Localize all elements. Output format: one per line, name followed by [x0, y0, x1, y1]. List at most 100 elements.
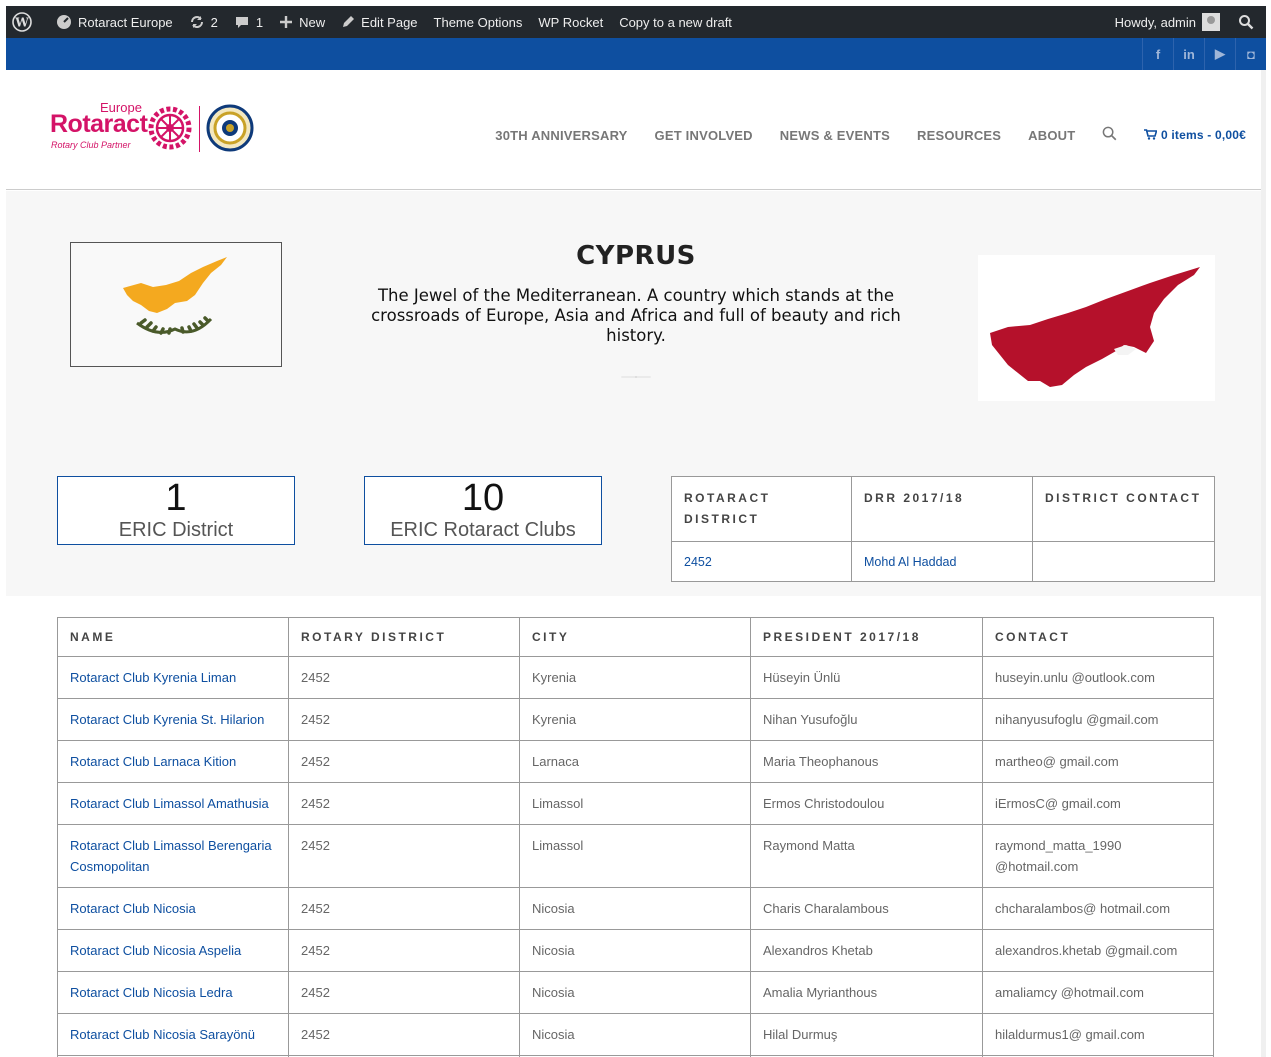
drr-link[interactable]: Mohd Al Haddad — [851, 541, 1033, 582]
contact-cell: martheo@ gmail.com — [982, 740, 1214, 783]
president-cell: Charis Charalambous — [750, 887, 983, 930]
section-divider — [621, 376, 651, 378]
account-menu[interactable]: Howdy, admin — [1107, 6, 1228, 38]
rotary-wheel-icon — [148, 106, 192, 150]
club-name-link[interactable]: Rotaract Club Limassol Amathusia — [57, 782, 289, 825]
president-cell: Maria Theophanous — [750, 740, 983, 783]
cyprus-map-icon — [990, 267, 1200, 387]
country-hero: CYPRUS The Jewel of the Mediterranean. A… — [6, 191, 1266, 596]
scrollbar[interactable] — [1261, 70, 1266, 1057]
clubs-table-body: Rotaract Club Kyrenia Liman 2452 Kyrenia Hü… — [57, 656, 1214, 1057]
rotary-district-cell: 2452 — [288, 656, 520, 699]
edit-page-label: Edit Page — [361, 14, 418, 30]
city-cell: Limassol — [519, 782, 751, 825]
table-header-row: NAME ROTARY DISTRICT CITY PRESIDENT 2017… — [57, 617, 1214, 657]
wordpress-logo-icon[interactable]: W — [6, 6, 48, 38]
dashboard-icon — [57, 15, 71, 29]
instagram-icon[interactable]: ◘ — [1235, 38, 1266, 70]
column-header: ROTARACT DISTRICT — [671, 476, 852, 542]
cart-icon — [1144, 129, 1158, 140]
main-nav: 30TH ANNIVERSARY GET INVOLVED NEWS & EVE… — [468, 126, 1246, 144]
column-header: ROTARY DISTRICT — [288, 617, 520, 657]
new-label: New — [299, 14, 326, 30]
rotary-district-cell: 2452 — [288, 782, 520, 825]
stat-label: ERIC District — [118, 519, 234, 541]
stat-label: ERIC Rotaract Clubs — [390, 519, 576, 541]
edit-page-link[interactable]: Edit Page — [333, 6, 425, 38]
copy-draft-link[interactable]: Copy to a new draft — [611, 6, 740, 38]
nav-get-involved[interactable]: GET INVOLVED — [655, 128, 753, 143]
youtube-icon[interactable]: ▶ — [1204, 38, 1235, 70]
nav-30th-anniversary[interactable]: 30TH ANNIVERSARY — [495, 128, 627, 143]
linkedin-icon[interactable]: in — [1173, 38, 1204, 70]
new-content-menu[interactable]: New — [271, 6, 333, 38]
club-name-link[interactable]: Rotaract Club Nicosia Ledra — [57, 971, 289, 1014]
cart-label: 0 items - 0,00€ — [1160, 128, 1246, 142]
club-name-link[interactable]: Rotaract Club Kyrenia St. Hilarion — [57, 698, 289, 741]
column-header: DISTRICT CONTACT — [1032, 476, 1215, 542]
avatar — [1202, 13, 1220, 31]
city-cell: Larnaca — [519, 740, 751, 783]
district-link[interactable]: 2452 — [671, 541, 852, 582]
table-row: Rotaract Club Nicosia Ledra 2452 Nicosia Am… — [57, 971, 1214, 1014]
updates-menu[interactable]: 2 — [181, 6, 226, 38]
nav-search-icon[interactable] — [1102, 126, 1117, 144]
logo-partner-text: Rotary Club Partner — [51, 140, 131, 150]
site-name-menu[interactable]: Rotaract Europe — [48, 6, 181, 38]
comment-icon — [235, 17, 248, 28]
president-cell: Hüseyin Ünlü — [750, 656, 983, 699]
rotary-district-cell: 2452 — [288, 698, 520, 741]
country-title: CYPRUS — [576, 241, 696, 271]
city-cell: Kyrenia — [519, 698, 751, 741]
table-row: Rotaract Club Kyrenia St. Hilarion 2452 Ky… — [57, 698, 1214, 741]
updates-count: 2 — [210, 14, 218, 30]
president-cell: Ermos Christodoulou — [750, 782, 983, 825]
rotary-district-cell: 2452 — [288, 971, 520, 1014]
contact-cell: nihanyusufoglu @gmail.com — [982, 698, 1214, 741]
city-cell: Nicosia — [519, 971, 751, 1014]
contact-cell: hilaldurmus1@ gmail.com — [982, 1013, 1214, 1056]
facebook-icon[interactable]: f — [1142, 38, 1173, 70]
nav-resources[interactable]: RESOURCES — [917, 128, 1001, 143]
comments-count: 1 — [255, 14, 264, 30]
rotary-district-cell: 2452 — [288, 740, 520, 783]
club-name-link[interactable]: Rotaract Club Kyrenia Liman — [57, 656, 289, 699]
rotary-district-cell: 2452 — [288, 1013, 520, 1056]
district-contact-cell — [1032, 541, 1215, 582]
club-name-link[interactable]: Rotaract Club Nicosia Aspelia — [57, 929, 289, 972]
comments-menu[interactable]: 1 — [226, 6, 271, 38]
refresh-icon — [190, 16, 203, 28]
column-header: CITY — [519, 617, 751, 657]
contact-cell: amaliamcy @hotmail.com — [982, 971, 1214, 1014]
table-row: Rotaract Club Nicosia Aspelia 2452 Nicosia… — [57, 929, 1214, 972]
club-name-link[interactable]: Rotaract Club Limassol Berengaria Cosmop… — [57, 824, 289, 888]
country-subtitle: The Jewel of the Mediterranean. A countr… — [371, 286, 901, 345]
table-header-row: ROTARACT DISTRICT DRR 2017/18 DISTRICT C… — [671, 476, 1215, 542]
table-row: Rotaract Club Limassol Amathusia 2452 Lima… — [57, 782, 1214, 825]
nav-about[interactable]: ABOUT — [1028, 128, 1075, 143]
nav-news-events[interactable]: NEWS & EVENTS — [780, 128, 890, 143]
cart-link[interactable]: 0 items - 0,00€ — [1144, 128, 1246, 142]
logo-separator — [199, 106, 200, 152]
contact-cell: chcharalambos@ hotmail.com — [982, 887, 1214, 930]
browser-viewport: W Rotaract Europe 2 1 New Edit Page Them… — [6, 6, 1266, 1057]
club-name-link[interactable]: Rotaract Club Larnaca Kition — [57, 740, 289, 783]
president-cell: Amalia Myrianthous — [750, 971, 983, 1014]
city-cell: Nicosia — [519, 887, 751, 930]
club-name-link[interactable]: Rotaract Club Nicosia — [57, 887, 289, 930]
contact-cell: huseyin.unlu @outlook.com — [982, 656, 1214, 699]
theme-options-link[interactable]: Theme Options — [426, 6, 531, 38]
wp-rocket-link[interactable]: WP Rocket — [530, 6, 611, 38]
site-logo[interactable]: Europe Rotaract Rotary Club Partner — [50, 100, 260, 152]
stat-clubs: 10 ERIC Rotaract Clubs — [364, 476, 602, 545]
howdy-label: Howdy, admin — [1114, 14, 1196, 30]
president-cell: Raymond Matta — [750, 824, 983, 888]
admin-search-icon[interactable] — [1228, 6, 1266, 38]
cyprus-flag-icon — [71, 243, 281, 366]
logo-rotaract-text: Rotaract — [50, 110, 148, 138]
pencil-icon — [343, 16, 355, 27]
club-name-link[interactable]: Rotaract Club Nicosia Sarayönü — [57, 1013, 289, 1056]
column-header: PRESIDENT 2017/18 — [750, 617, 983, 657]
column-header: DRR 2017/18 — [851, 476, 1033, 542]
svg-text:W: W — [14, 16, 29, 30]
